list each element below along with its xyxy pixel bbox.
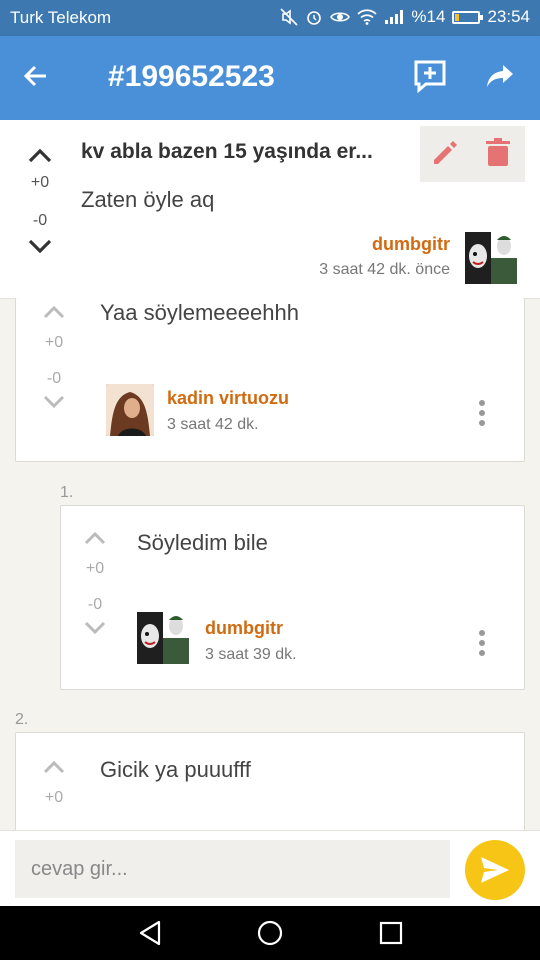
carrier-name: Turk Telekom: [10, 8, 112, 27]
author-name[interactable]: dumbgitr: [205, 618, 297, 639]
downvote-icon[interactable]: [20, 238, 60, 256]
reply-input[interactable]: [15, 840, 450, 898]
reply-number: 1.: [60, 484, 74, 501]
nav-back-icon[interactable]: [136, 918, 166, 948]
post-actions: [420, 126, 525, 182]
reply-vote: +0 -0: [75, 530, 115, 636]
add-comment-icon[interactable]: [412, 58, 452, 98]
reply-time: 3 saat 39 dk.: [205, 646, 297, 663]
avatar[interactable]: [106, 384, 154, 436]
reply-number: 2.: [15, 711, 29, 728]
author-name[interactable]: kadin virtuozu: [167, 388, 289, 409]
more-options-icon[interactable]: [478, 630, 486, 660]
reply-card: +0 -0 Yaa söylemeeeehhh kadin virtuozu 3…: [15, 298, 525, 462]
alarm-icon: [305, 8, 323, 26]
app-bar: #199652523: [0, 36, 540, 120]
reply-author: kadin virtuozu 3 saat 42 dk.: [167, 388, 289, 434]
post-vote: +0 -0: [20, 146, 60, 256]
edit-pencil-icon[interactable]: [430, 138, 460, 173]
down-count: -0: [46, 370, 62, 387]
nav-home-icon[interactable]: [255, 918, 285, 948]
avatar[interactable]: [465, 232, 517, 284]
send-button[interactable]: [465, 840, 525, 900]
nav-recents-icon[interactable]: [376, 918, 406, 948]
down-count: -0: [32, 212, 48, 229]
post-title[interactable]: kv abla bazen 15 yaşında er...: [81, 140, 373, 164]
upvote-icon[interactable]: [20, 146, 60, 164]
reply-author: dumbgitr 3 saat 39 dk.: [205, 618, 297, 664]
mute-icon: [280, 8, 298, 26]
more-options-icon[interactable]: [478, 400, 486, 430]
send-icon: [481, 857, 509, 883]
share-icon[interactable]: [485, 62, 525, 94]
up-count: +0: [30, 174, 50, 191]
reply-card: +0 -0 Söyledim bile dumbgitr 3 saat 39 d…: [60, 505, 525, 690]
signal-icon: [384, 9, 404, 25]
downvote-icon[interactable]: [34, 394, 74, 410]
system-nav-bar: [0, 906, 540, 960]
upvote-icon[interactable]: [75, 530, 115, 546]
reply-text: Yaa söylemeeeehhh: [100, 300, 299, 325]
back-arrow-icon[interactable]: [22, 62, 62, 94]
wifi-icon: [357, 9, 378, 25]
reply-vote: +0 -0: [34, 304, 74, 410]
downvote-icon[interactable]: [75, 620, 115, 636]
up-count: +0: [85, 560, 105, 577]
reply-time: 3 saat 42 dk.: [167, 416, 259, 433]
original-post: +0 -0 kv abla bazen 15 yaşında er... Zat…: [0, 120, 540, 299]
up-count: +0: [44, 789, 64, 806]
reply-text: Söyledim bile: [137, 530, 268, 555]
down-count: -0: [87, 596, 103, 613]
battery-icon: [452, 10, 484, 24]
battery-percent: %14: [411, 7, 446, 26]
delete-trash-icon[interactable]: [485, 138, 511, 173]
post-author: dumbgitr 3 saat 42 dk. önce: [319, 234, 450, 279]
status-bar: Turk Telekom %14 23:54: [0, 0, 540, 36]
post-body: Zaten öyle aq: [81, 187, 215, 212]
upvote-icon[interactable]: [34, 759, 74, 775]
status-icons: %14 23:54: [280, 7, 530, 27]
upvote-icon[interactable]: [34, 304, 74, 320]
reply-text: Gicik ya puuufff: [100, 757, 251, 782]
reply-input-bar: [0, 830, 540, 907]
reply-vote: +0: [34, 759, 74, 807]
up-count: +0: [44, 334, 64, 351]
post-time: 3 saat 42 dk. önce: [319, 261, 450, 278]
avatar[interactable]: [137, 612, 189, 664]
eye-icon: [330, 9, 351, 25]
author-name[interactable]: dumbgitr: [319, 234, 450, 255]
clock: 23:54: [487, 7, 530, 26]
page-title: #199652523: [108, 60, 275, 93]
